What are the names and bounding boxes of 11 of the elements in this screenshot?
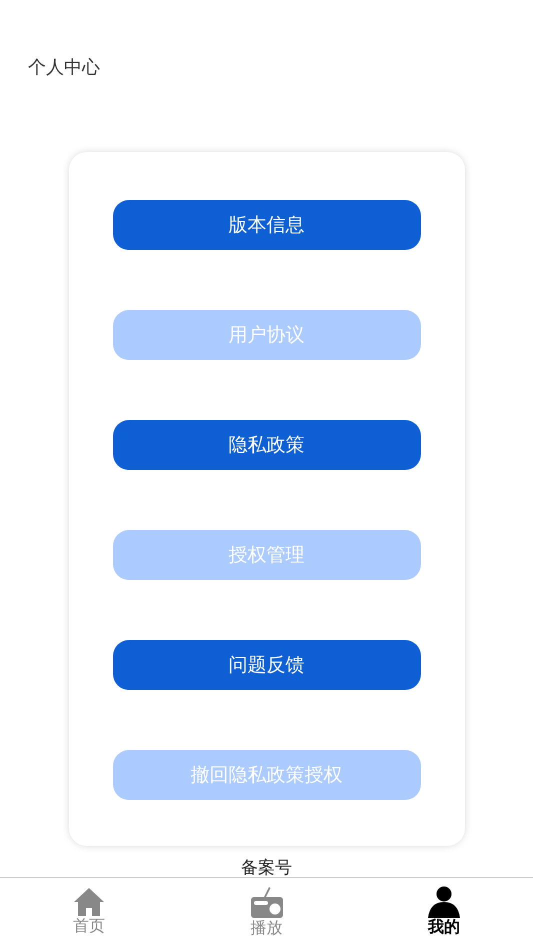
user-icon (427, 886, 462, 918)
page-title: 个人中心 (28, 57, 100, 78)
footer-text: 备案号 (241, 857, 292, 880)
tab[interactable]: 播放 (178, 878, 356, 948)
home-icon (74, 887, 104, 917)
tab[interactable]: 我的 (355, 878, 533, 948)
menu-button[interactable]: 隐私政策 (112, 420, 420, 470)
menu-button[interactable]: 版本信息 (112, 200, 420, 250)
radio-icon (250, 885, 284, 919)
menu-button[interactable]: 问题反馈 (112, 640, 420, 690)
tab[interactable]: 首页 (0, 878, 178, 948)
